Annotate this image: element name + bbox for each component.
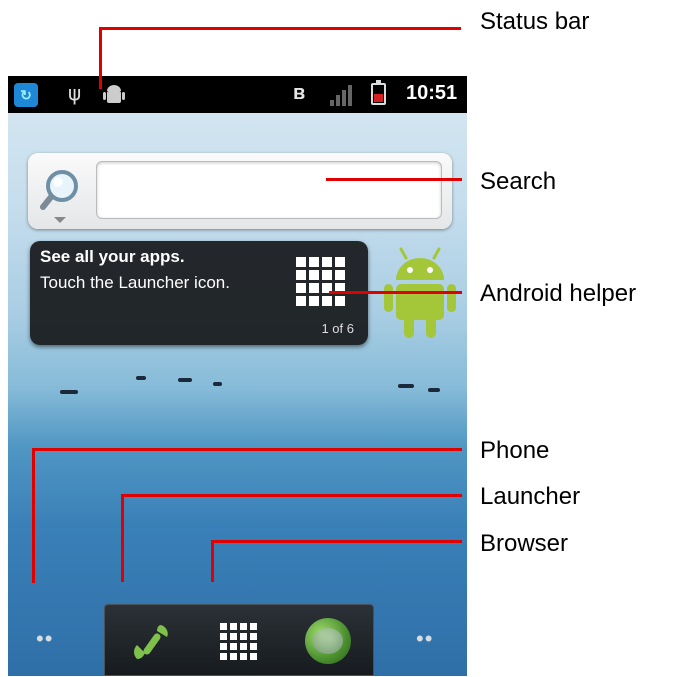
signal-strength-icon	[330, 85, 352, 106]
search-label: Search	[480, 168, 557, 195]
battery-icon	[371, 80, 386, 105]
android-helper-callout-line	[329, 291, 462, 294]
wallpaper-detail	[178, 378, 192, 382]
search-icon[interactable]	[40, 166, 86, 218]
search-callout-line	[326, 178, 462, 181]
wallpaper-detail	[428, 388, 440, 392]
wallpaper-detail	[60, 390, 78, 394]
wallpaper-detail	[136, 376, 146, 380]
browser-label: Browser	[480, 530, 569, 557]
phone-icon[interactable]	[127, 619, 173, 665]
debug-android-icon	[103, 85, 125, 103]
search-widget[interactable]	[28, 153, 452, 229]
launcher-icon[interactable]	[220, 623, 260, 663]
status-bar-callout-line	[99, 27, 102, 89]
left-page-dots[interactable]: ••	[36, 626, 53, 652]
wallpaper-detail	[398, 384, 414, 388]
helper-body: Touch the Launcher icon.	[40, 273, 230, 292]
launcher-label: Launcher	[480, 483, 581, 510]
browser-callout-line	[211, 540, 214, 582]
helper-tooltip[interactable]: See all your apps. Touch the Launcher ic…	[30, 241, 368, 345]
wallpaper-detail	[213, 382, 222, 386]
status-time: 10:51	[406, 82, 458, 104]
status-bar-label: Status bar	[480, 8, 590, 35]
phone-label: Phone	[480, 437, 550, 464]
status-bar[interactable]: ↻ ψ ʙ 10:51	[8, 76, 467, 113]
search-input[interactable]	[96, 161, 442, 219]
dock-bar	[104, 604, 374, 676]
launcher-callout-line	[121, 494, 124, 582]
helper-title: See all your apps.	[40, 247, 185, 266]
phone-screen: ↻ ψ ʙ 10:51 See all your apps. Touch the…	[8, 76, 467, 676]
launcher-grid-icon	[296, 257, 346, 307]
phone-callout-line	[32, 448, 462, 451]
right-page-dots[interactable]: ••	[416, 626, 433, 652]
helper-page-indicator: 1 of 6	[321, 321, 354, 336]
app-notification-icon: ↻	[14, 83, 38, 107]
usb-icon: ψ	[68, 81, 82, 105]
phone-callout-line	[32, 448, 35, 583]
browser-callout-line	[211, 540, 462, 543]
status-bar-callout-line	[99, 27, 461, 30]
android-helper-label: Android helper	[480, 280, 637, 307]
launcher-callout-line	[121, 494, 462, 497]
browser-globe-icon[interactable]	[305, 618, 351, 664]
search-source-dropdown-icon[interactable]	[54, 217, 66, 223]
bluetooth-icon: ʙ	[293, 82, 306, 104]
